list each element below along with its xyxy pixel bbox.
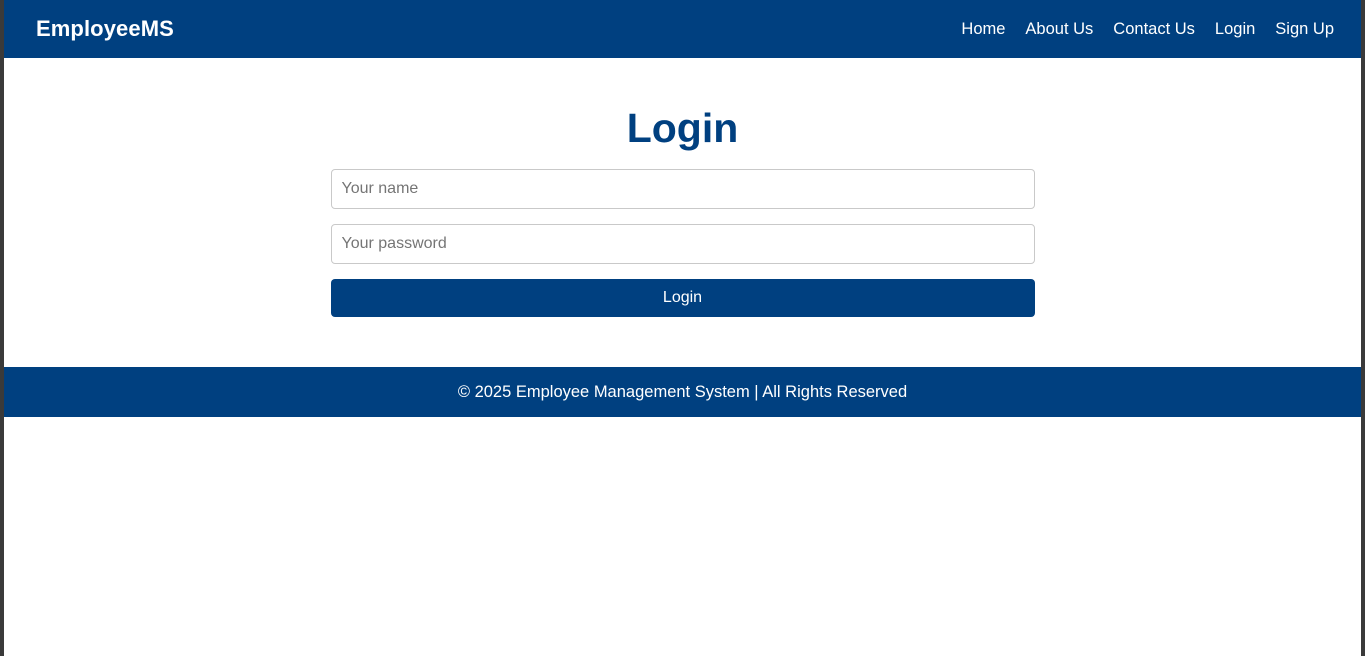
page-title: Login: [626, 105, 739, 151]
footer-copyright: © 2025 Employee Management System | All …: [457, 382, 908, 401]
navbar: EmployeeMS Home About Us Contact Us Logi…: [4, 0, 1361, 58]
name-input[interactable]: [330, 169, 1035, 209]
nav-link-home[interactable]: Home: [961, 20, 1005, 39]
nav-link-about-us[interactable]: About Us: [1025, 20, 1093, 39]
nav-link-contact-us[interactable]: Contact Us: [1113, 20, 1195, 39]
nav-link-sign-up[interactable]: Sign Up: [1275, 20, 1334, 39]
nav-link-login[interactable]: Login: [1215, 20, 1255, 39]
page: EmployeeMS Home About Us Contact Us Logi…: [0, 0, 1365, 656]
login-button[interactable]: Login: [330, 279, 1035, 317]
nav-links: Home About Us Contact Us Login Sign Up: [961, 20, 1334, 39]
footer: © 2025 Employee Management System | All …: [4, 367, 1361, 417]
brand-logo-link[interactable]: EmployeeMS: [36, 16, 174, 42]
login-section: Login Login: [4, 58, 1361, 367]
password-input[interactable]: [330, 224, 1035, 264]
login-form: Login: [330, 169, 1035, 317]
